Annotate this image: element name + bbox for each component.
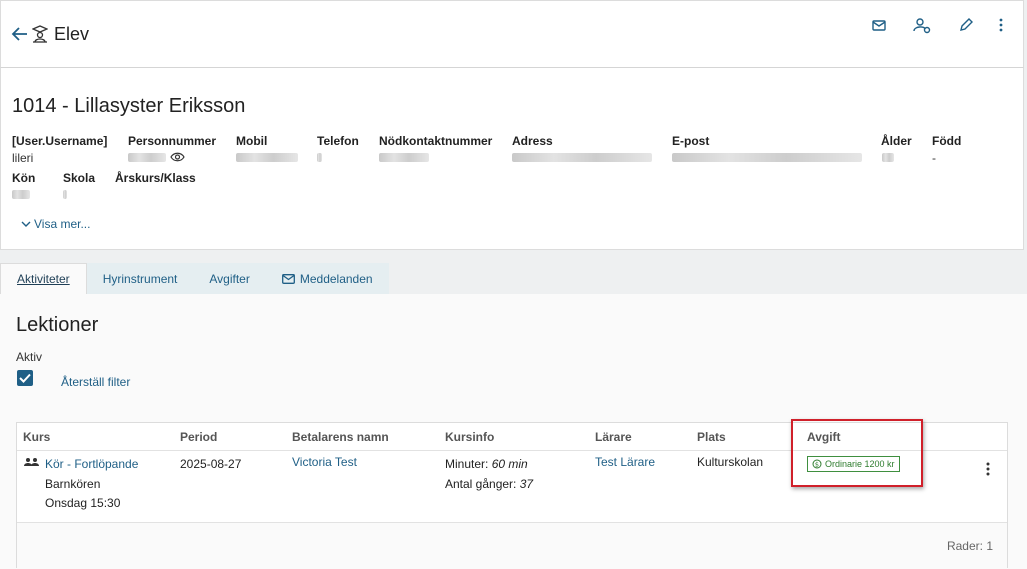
highlight-annotation — [791, 419, 923, 487]
epost-label: E-post — [672, 134, 710, 148]
alder-value-redacted — [882, 153, 894, 162]
teacher-link[interactable]: Test Lärare — [595, 455, 655, 469]
kon-label: Kön — [12, 171, 36, 185]
tab-avgifter[interactable]: Avgifter — [193, 263, 266, 294]
section-title: Lektioner — [16, 314, 99, 336]
mobil-value-redacted — [236, 153, 298, 162]
column-header-kursinfo[interactable]: Kursinfo — [445, 430, 494, 444]
column-header-payer[interactable]: Betalarens namn — [292, 430, 389, 444]
back-arrow-icon[interactable] — [11, 23, 29, 45]
arskurs-label: Årskurs/Klass — [115, 171, 196, 185]
rows-count: Rader: 1 — [946, 539, 993, 553]
telefon-value-redacted — [317, 153, 322, 162]
course-group: Barnkören — [45, 477, 101, 491]
check-icon — [19, 373, 31, 383]
skola-value-redacted — [63, 190, 67, 199]
mobil-label: Mobil — [236, 134, 268, 148]
minutes-value: 60 min — [491, 457, 528, 471]
column-header-kurs[interactable]: Kurs — [23, 430, 50, 444]
filter-label: Aktiv — [16, 350, 43, 364]
times-info: Antal gånger: 37 — [445, 477, 533, 491]
edit-icon[interactable] — [956, 15, 976, 35]
tab-hyrinstrument[interactable]: Hyrinstrument — [86, 263, 194, 294]
column-header-period[interactable]: Period — [180, 430, 217, 444]
personnummer-value-redacted — [128, 153, 166, 162]
tab-aktiviteter[interactable]: Aktiviteter — [0, 263, 87, 294]
period-value: 2025-08-27 — [180, 457, 242, 471]
show-more-label: Visa mer... — [34, 217, 91, 231]
adress-value-redacted — [512, 153, 652, 162]
tabs-bar: Aktiviteter Hyrinstrument Avgifter Medde… — [0, 263, 389, 294]
nodkontakt-label: Nödkontaktnummer — [379, 134, 493, 148]
course-time: Onsdag 15:30 — [45, 496, 121, 510]
fodd-label: Född — [932, 134, 962, 148]
column-header-larare[interactable]: Lärare — [595, 430, 632, 444]
student-name: 1014 - Lillasyster Eriksson — [12, 95, 246, 117]
table-footer: Rader: 1 — [17, 522, 1007, 568]
fodd-value: - — [932, 151, 936, 165]
nodkontakt-value-redacted — [379, 153, 429, 162]
epost-value-redacted — [672, 153, 862, 162]
tab-label: Avgifter — [209, 271, 250, 286]
times-label: Antal gånger: — [445, 477, 517, 491]
tab-label: Hyrinstrument — [102, 271, 178, 286]
username-label: [User.Username] — [12, 134, 108, 148]
mail-icon[interactable] — [869, 15, 889, 35]
times-value: 37 — [519, 477, 534, 491]
person-settings-icon[interactable] — [912, 15, 932, 35]
page-title: Elev — [54, 24, 90, 44]
top-bar: Elev — [0, 0, 1024, 68]
skola-label: Skola — [63, 171, 96, 185]
eye-icon[interactable] — [170, 151, 185, 163]
adress-label: Adress — [512, 134, 553, 148]
reset-filter-link[interactable]: Återställ filter — [61, 375, 130, 389]
row-more-icon[interactable] — [984, 461, 992, 477]
username-value: lileri — [12, 151, 34, 165]
chevron-down-icon — [21, 221, 31, 227]
kon-value-redacted — [12, 190, 30, 199]
show-more-link[interactable]: Visa mer... — [21, 217, 90, 231]
tab-label: Aktiviteter — [17, 272, 70, 286]
course-link[interactable]: Kör - Fortlöpande — [45, 457, 138, 471]
personnummer-label: Personnummer — [128, 134, 217, 148]
payer-link[interactable]: Victoria Test — [292, 455, 357, 469]
minutes-label: Minuter: — [445, 457, 489, 471]
tab-meddelanden[interactable]: Meddelanden — [265, 263, 389, 294]
column-header-plats[interactable]: Plats — [697, 430, 726, 444]
location-value: Kulturskolan — [697, 455, 764, 469]
aktiv-checkbox[interactable] — [17, 370, 33, 386]
mail-icon — [281, 273, 295, 284]
student-icon — [32, 25, 48, 43]
tab-label: Meddelanden — [299, 271, 373, 286]
group-icon — [24, 458, 39, 466]
minutes-info: Minuter: 60 min — [445, 457, 528, 471]
alder-label: Ålder — [881, 134, 912, 148]
telefon-label: Telefon — [317, 134, 359, 148]
more-vert-icon[interactable] — [991, 15, 1011, 35]
